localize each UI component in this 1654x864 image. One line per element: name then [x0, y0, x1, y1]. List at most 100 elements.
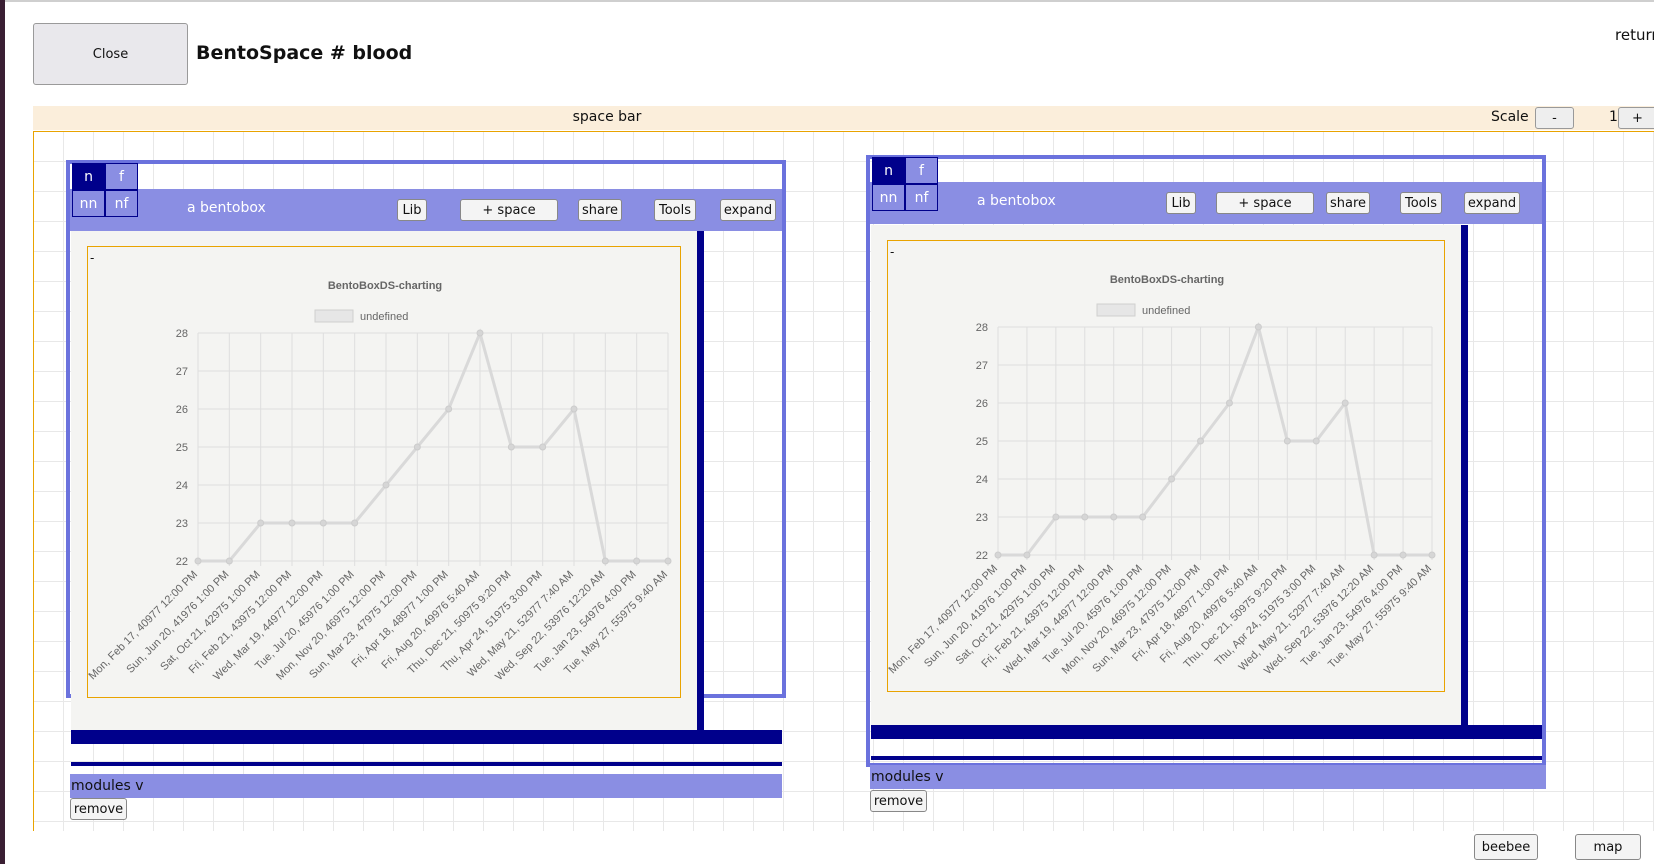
data-point: [1139, 513, 1147, 521]
data-point: [1225, 399, 1233, 407]
bentobox-tabs: n f nn nf: [72, 163, 138, 217]
data-point: [194, 557, 202, 565]
expand-button[interactable]: expand: [1464, 192, 1520, 214]
chart-panel: - BentoBoxDS-charting undefined 22 23 24 25 26…: [71, 231, 699, 731]
y-tick-label: 27: [176, 366, 188, 378]
data-point: [601, 557, 609, 565]
resize-handle-horizontal[interactable]: [871, 725, 1542, 739]
tab-nf[interactable]: nf: [905, 184, 938, 211]
chart-area: - BentoBoxDS-charting undefined 22 23 24 25 26…: [87, 246, 681, 698]
legend-label: undefined: [360, 311, 408, 323]
window-edge: [0, 0, 5, 864]
data-point: [1052, 513, 1060, 521]
chart-area: - BentoBoxDS-charting undefined 22 23 24 25 26…: [887, 240, 1445, 692]
share-button[interactable]: share: [578, 199, 622, 221]
data-point: [994, 551, 1002, 559]
tab-f[interactable]: f: [905, 157, 938, 184]
data-point: [570, 405, 578, 413]
data-point: [1428, 551, 1436, 559]
bentobox-header[interactable]: a bentobox Lib + space share Tools expan…: [870, 182, 1542, 224]
data-point: [1283, 437, 1291, 445]
lib-button[interactable]: Lib: [1166, 192, 1196, 214]
chart-panel: - BentoBoxDS-charting undefined 22 23 24 25 26…: [871, 225, 1461, 725]
expand-button[interactable]: expand: [720, 199, 776, 221]
close-button[interactable]: Close: [33, 23, 188, 85]
modules-toggle[interactable]: modules v: [870, 765, 1546, 789]
tab-nf[interactable]: nf: [105, 190, 138, 217]
data-point: [1023, 551, 1031, 559]
data-point: [1110, 513, 1118, 521]
data-point: [288, 519, 296, 527]
data-point: [1197, 437, 1205, 445]
y-tick-label: 28: [176, 328, 188, 340]
y-tick-label: 23: [176, 518, 188, 530]
add-space-button[interactable]: + space: [460, 199, 558, 221]
legend-swatch: [314, 309, 354, 323]
return-link[interactable]: return: [1615, 26, 1654, 44]
y-tick-label: 22: [176, 556, 188, 568]
data-point: [445, 405, 453, 413]
tools-button[interactable]: Tools: [1400, 192, 1442, 214]
y-tick-label: 26: [176, 404, 188, 416]
data-point: [382, 481, 390, 489]
y-tick-label: 25: [176, 442, 188, 454]
beebee-button[interactable]: beebee: [1474, 834, 1538, 860]
scale-label: Scale: [1491, 109, 1529, 125]
chart-title: BentoBoxDS-charting: [1110, 274, 1224, 286]
bentobox-title: a bentobox: [187, 200, 266, 216]
bentobox-title: a bentobox: [977, 193, 1056, 209]
y-tick-label: 28: [976, 322, 988, 334]
y-tick-label: 25: [976, 436, 988, 448]
data-point: [1312, 437, 1320, 445]
y-tick-label: 26: [976, 398, 988, 410]
remove-button[interactable]: remove: [870, 790, 927, 812]
modules-toggle[interactable]: modules v: [70, 774, 782, 798]
data-point: [413, 443, 421, 451]
y-tick-label: 24: [176, 480, 188, 492]
lib-button[interactable]: Lib: [397, 199, 427, 221]
bentobox-bottom-rule: [71, 762, 782, 766]
data-point: [664, 557, 672, 565]
data-point: [1370, 551, 1378, 559]
data-point: [257, 519, 265, 527]
tab-n[interactable]: n: [72, 163, 105, 190]
remove-button[interactable]: remove: [70, 798, 127, 820]
tab-nn[interactable]: nn: [872, 184, 905, 211]
tools-button[interactable]: Tools: [654, 199, 696, 221]
resize-handle-horizontal[interactable]: [71, 730, 782, 744]
data-point: [476, 329, 484, 337]
chart-title: BentoBoxDS-charting: [328, 280, 442, 292]
space-bar: space bar Scale - 100 % +: [33, 106, 1654, 130]
resize-handle-vertical[interactable]: [1461, 225, 1468, 727]
page-title: BentoSpace # blood: [196, 42, 413, 64]
legend-label: undefined: [1142, 305, 1190, 317]
resize-handle-vertical[interactable]: [697, 231, 704, 731]
y-tick-label: 27: [976, 360, 988, 372]
data-point: [1254, 323, 1262, 331]
data-point: [539, 443, 547, 451]
data-point: [633, 557, 641, 565]
space-bar-label: space bar: [572, 109, 642, 125]
y-tick-label: 24: [976, 474, 988, 486]
bentobox-header[interactable]: a bentobox Lib + space share Tools expan…: [70, 189, 782, 231]
data-point: [225, 557, 233, 565]
share-button[interactable]: share: [1326, 192, 1370, 214]
add-space-button[interactable]: + space: [1216, 192, 1314, 214]
data-point: [507, 443, 515, 451]
y-tick-label: 23: [976, 512, 988, 524]
data-point: [1081, 513, 1089, 521]
scale-minus-button[interactable]: -: [1535, 107, 1574, 129]
scale-plus-button[interactable]: +: [1618, 107, 1654, 129]
data-point: [1168, 475, 1176, 483]
line-chart: BentoBoxDS-charting undefined 22 23 24 25 26 27…: [88, 280, 672, 683]
tab-n[interactable]: n: [872, 157, 905, 184]
bentobox-tabs: n f nn nf: [872, 157, 938, 211]
tab-f[interactable]: f: [105, 163, 138, 190]
tab-nn[interactable]: nn: [72, 190, 105, 217]
legend-swatch: [1096, 303, 1136, 317]
data-point: [1341, 399, 1349, 407]
data-point: [319, 519, 327, 527]
map-button[interactable]: map: [1575, 834, 1641, 860]
data-point: [1399, 551, 1407, 559]
top-divider: [5, 0, 1654, 2]
